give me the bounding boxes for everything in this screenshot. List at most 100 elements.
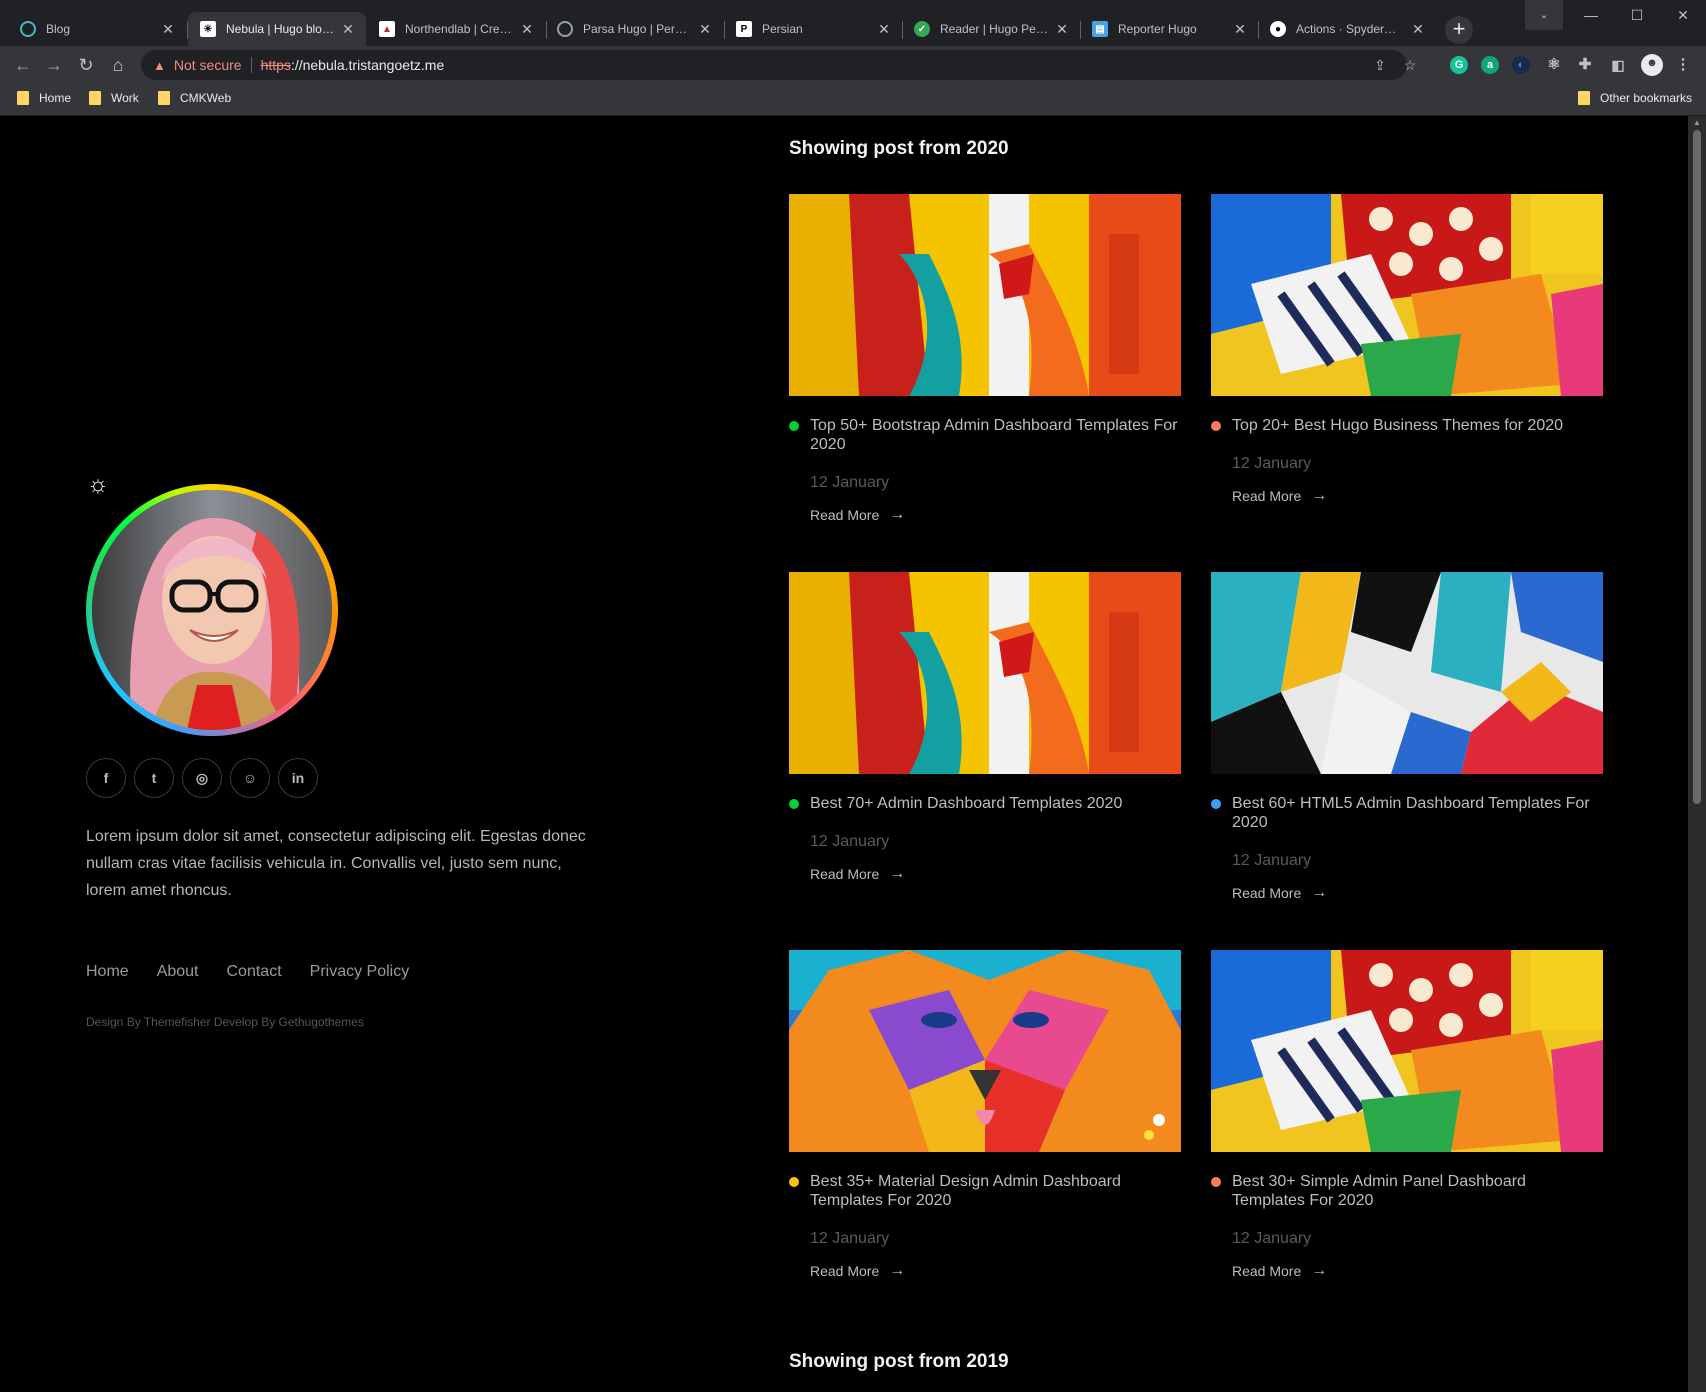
avatar [92,490,332,730]
extension-a-icon[interactable]: a [1481,56,1499,74]
security-status[interactable]: Not secure [174,57,242,73]
nav-contact-link[interactable]: Contact [227,963,282,981]
facebook-icon[interactable]: f [86,758,126,798]
tab-title: Persian [762,22,803,36]
tab-search-icon[interactable]: ⌄ [1525,0,1563,30]
tab-title: Northendlab | Creative [405,22,513,36]
minimize-icon[interactable]: — [1568,0,1614,30]
post-image-geometric[interactable] [1211,572,1603,774]
arrow-right-icon: → [889,506,906,523]
side-panel-icon[interactable]: ◧ [1609,56,1627,74]
tab-title: Nebula | Hugo blog theme [226,22,334,36]
browser-tab[interactable]: ▤ Reporter Hugo ✕ [1080,12,1258,46]
post-title[interactable]: Best 30+ Simple Admin Panel Dashboard Te… [1211,1172,1603,1210]
close-icon[interactable]: ✕ [876,21,892,38]
reporter-icon: ▤ [1092,21,1108,37]
post-card: Best 30+ Simple Admin Panel Dashboard Te… [1211,950,1603,1280]
post-date: 12 January [1232,455,1312,472]
reader-icon: ✓ [914,21,930,37]
browser-tab-active[interactable]: ✳ Nebula | Hugo blog theme ✕ [188,12,366,46]
close-icon[interactable]: ✕ [519,21,535,38]
extension-icon[interactable]: ◐ [1512,56,1530,74]
post-image-pattern[interactable] [1211,950,1603,1152]
instagram-icon[interactable]: ◎ [182,758,222,798]
close-icon[interactable]: ✕ [340,21,356,38]
arrow-right-icon: → [889,865,906,882]
nav-home-link[interactable]: Home [86,963,129,981]
share-icon[interactable]: ⇪ [1371,56,1389,74]
browser-tab[interactable]: Blog ✕ [8,12,186,46]
linkedin-icon[interactable]: in [278,758,318,798]
post-card: Best 70+ Admin Dashboard Templates 2020 … [789,572,1181,883]
bookmark-cmkweb[interactable]: CMKWeb [158,91,231,105]
grammarly-icon[interactable]: G [1450,56,1468,74]
other-bookmarks[interactable]: Other bookmarks [1578,91,1692,105]
globe-icon [20,21,36,37]
post-title[interactable]: Top 50+ Bootstrap Admin Dashboard Templa… [789,416,1181,454]
react-devtools-icon[interactable]: ⚛ [1545,56,1563,74]
category-dot [1211,799,1221,809]
scroll-up-icon[interactable]: ▲ [1692,118,1702,127]
browser-tab[interactable]: ● Actions · SpyderHunter ✕ [1258,12,1436,46]
post-image-paint[interactable] [789,194,1181,396]
twitter-icon[interactable]: t [134,758,174,798]
theme-toggle-sun-icon[interactable]: ☼ [85,472,111,498]
post-title[interactable]: Best 35+ Material Design Admin Dashboard… [789,1172,1181,1210]
bookmark-star-icon[interactable]: ☆ [1401,56,1419,74]
github-icon[interactable]: ☺ [230,758,270,798]
read-more-link[interactable]: Read More → [1211,884,1603,902]
social-links: f t ◎ ☺ in [86,758,318,798]
browser-tab[interactable]: P Persian ✕ [724,12,902,46]
post-date: 12 January [1232,1230,1312,1247]
url-scheme: https [260,57,291,73]
footer-credit: Design By Themefisher Develop By Gethugo… [86,1015,364,1029]
window-close-icon[interactable]: ✕ [1660,0,1706,30]
section-title-2019: Showing post from 2019 [789,1351,1009,1372]
close-icon[interactable]: ✕ [1410,21,1426,38]
read-more-link[interactable]: Read More → [1211,487,1603,505]
read-more-link[interactable]: Read More → [1211,1262,1603,1280]
bookmark-work[interactable]: Work [89,91,139,105]
nav-privacy-link[interactable]: Privacy Policy [310,963,410,981]
post-title[interactable]: Top 20+ Best Hugo Business Themes for 20… [1211,416,1603,435]
reload-icon[interactable]: ↻ [73,52,99,78]
read-more-link[interactable]: Read More → [789,506,1181,524]
bookmark-label: Work [111,91,139,105]
close-icon[interactable]: ✕ [1232,21,1248,38]
tab-title: Reporter Hugo [1118,22,1197,36]
address-bar[interactable]: ▲ Not secure https://nebula.tristangoetz… [141,50,1416,80]
arrow-right-icon: → [1311,487,1328,504]
new-tab-button[interactable]: + [1445,16,1473,44]
nav-about-link[interactable]: About [157,963,199,981]
bookmarks-bar: Home Work CMKWeb Other bookmarks [0,84,1706,116]
close-icon[interactable]: ✕ [1054,21,1070,38]
page-scrollbar[interactable]: ▲ [1688,116,1706,1392]
forward-icon[interactable]: → [41,52,67,78]
post-title[interactable]: Best 60+ HTML5 Admin Dashboard Templates… [1211,794,1603,832]
menu-kebab-icon[interactable]: ⋮ [1674,56,1692,74]
browser-tab[interactable]: ▲ Northendlab | Creative ✕ [367,12,545,46]
read-more-link[interactable]: Read More → [789,865,1181,883]
post-image-lion[interactable] [789,950,1181,1152]
page-content: ☼ f t ◎ ☺ in Lorem ipsum dolor sit amet,… [0,116,1688,1392]
maximize-icon[interactable]: ☐ [1614,0,1660,30]
profile-avatar[interactable]: ☻ [1641,54,1663,76]
bookmark-label: Other bookmarks [1600,91,1693,105]
close-icon[interactable]: ✕ [697,21,713,38]
scrollbar-thumb[interactable] [1693,130,1701,804]
category-dot [789,1177,799,1187]
bookmark-home[interactable]: Home [17,91,71,105]
close-icon[interactable]: ✕ [160,21,176,38]
post-image-pattern[interactable] [1211,194,1603,396]
post-title[interactable]: Best 70+ Admin Dashboard Templates 2020 [789,794,1181,813]
home-icon[interactable]: ⌂ [105,52,131,78]
read-more-link[interactable]: Read More → [789,1262,1181,1280]
avatar-ring [86,484,338,736]
browser-tab[interactable]: Parsa Hugo | Personal ✕ [545,12,723,46]
url-text: ://nebula.tristangoetz.me [290,57,445,73]
browser-tab[interactable]: ✓ Reader | Hugo Personal ✕ [902,12,1080,46]
post-image-paint[interactable] [789,572,1181,774]
category-dot [1211,421,1221,431]
extensions-puzzle-icon[interactable]: ✚ [1576,56,1594,74]
back-icon[interactable]: ← [10,52,36,78]
